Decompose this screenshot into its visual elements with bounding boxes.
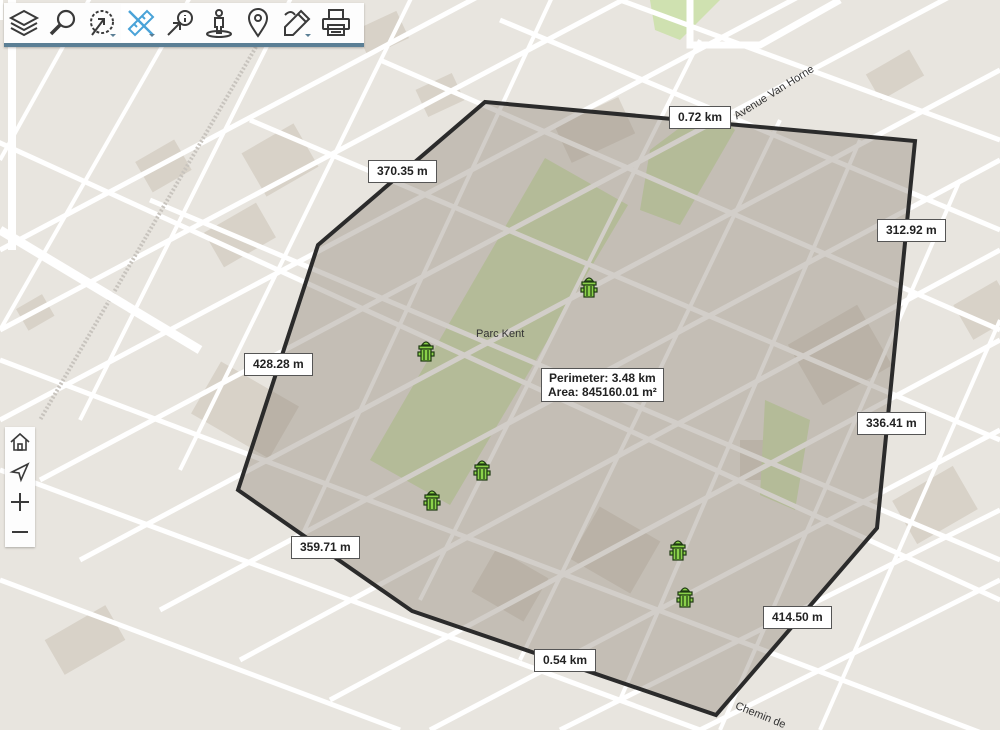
select-icon (89, 10, 116, 37)
search-icon (49, 9, 75, 36)
hydrant-marker-icon[interactable] (579, 274, 599, 300)
measure-button[interactable] (121, 4, 160, 42)
segment-length-label: 359.71 m (291, 536, 360, 559)
print-icon (321, 9, 350, 36)
identify-button[interactable] (160, 4, 199, 42)
home-icon (10, 432, 30, 451)
basemap (0, 0, 1000, 730)
layers-icon (8, 9, 39, 37)
zoom-in-button[interactable] (5, 487, 35, 517)
hydrant-marker-icon[interactable] (668, 537, 688, 563)
segment-length-label: 312.92 m (877, 219, 946, 242)
hydrant-marker-icon[interactable] (472, 457, 492, 483)
hydrant-marker-icon[interactable] (422, 487, 442, 513)
segment-length-label: 336.41 m (857, 412, 926, 435)
select-button[interactable] (82, 4, 121, 42)
zoom-out-icon (12, 531, 28, 533)
segment-length-label: 0.54 km (534, 649, 597, 672)
segment-length-label: 0.72 km (669, 106, 732, 129)
draw-icon (283, 9, 311, 37)
identify-icon (166, 10, 193, 36)
search-button[interactable] (43, 4, 82, 42)
home-button[interactable] (5, 427, 35, 457)
measurement-summary: Perimeter: 3.48 km Area: 845160.01 m² (541, 368, 664, 402)
navigate-icon (9, 462, 30, 483)
location-pin-icon (247, 8, 268, 38)
zoom-out-button[interactable] (5, 517, 35, 547)
hydrant-marker-icon[interactable] (675, 584, 695, 610)
navigate-button[interactable] (5, 457, 35, 487)
zoom-controls (5, 427, 35, 547)
perimeter-text: Perimeter: 3.48 km (549, 371, 656, 385)
map-canvas[interactable]: Parc Kent Avenue Van Horne Chemin de 0.7… (0, 0, 1000, 730)
print-button[interactable] (316, 4, 355, 42)
streetview-icon (205, 9, 232, 38)
layers-button[interactable] (4, 4, 43, 42)
hydrant-marker-icon[interactable] (416, 338, 436, 364)
map-toolbar (4, 3, 364, 47)
park-label: Parc Kent (476, 328, 525, 340)
measure-icon (127, 9, 155, 37)
location-button[interactable] (238, 4, 277, 42)
segment-length-label: 370.35 m (368, 160, 437, 183)
area-text: Area: 845160.01 m² (548, 385, 657, 399)
zoom-in-icon (11, 493, 29, 511)
segment-length-label: 414.50 m (763, 606, 832, 629)
draw-button[interactable] (277, 4, 316, 42)
streetview-button[interactable] (199, 4, 238, 42)
segment-length-label: 428.28 m (244, 353, 313, 376)
